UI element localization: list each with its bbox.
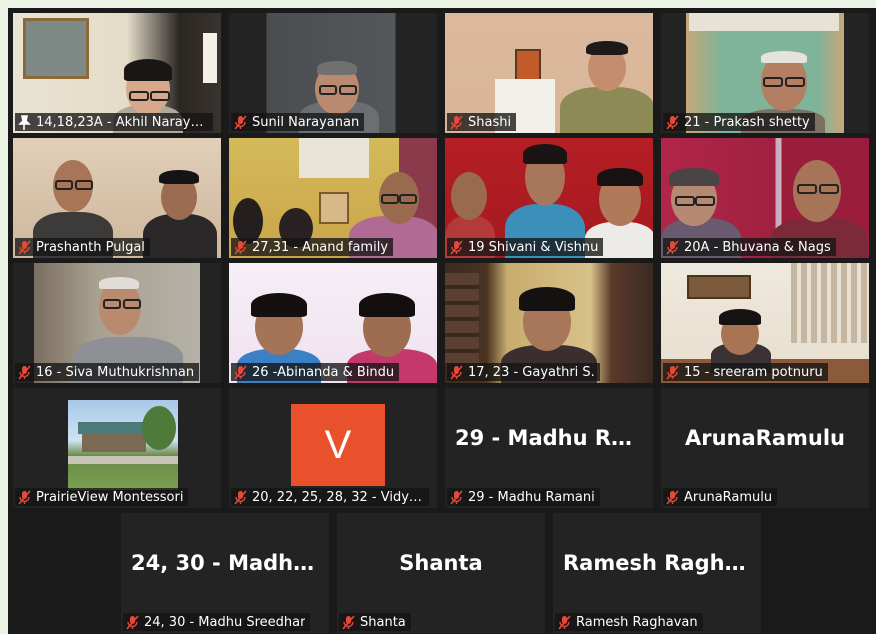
participant-tile-bhuvana-nags[interactable]: 20A - Bhuvana & Nags [661,138,869,258]
participant-name: Ramesh Raghavan [576,614,698,630]
muted-mic-icon [666,114,679,130]
participant-name: Sunil Narayanan [252,114,360,130]
participant-display-name: Shanta [399,551,483,575]
participant-tile-prashanth[interactable]: Prashanth Pulgal [13,138,221,258]
participant-nameplate: 14,18,23A - Akhil Naraya... [15,113,213,131]
participant-nameplate: 15 - sreeram potnuru [663,363,828,381]
participant-tile-madhu-ramani[interactable]: 29 - Madhu Ra... 29 - Madhu Ramani [445,388,653,508]
muted-mic-icon [450,114,463,130]
participant-nameplate: 17, 23 - Gayathri S. [447,363,600,381]
pin-icon [18,114,31,130]
muted-mic-icon [450,489,463,505]
participant-nameplate: 16 - Siva Muthukrishnan [15,363,200,381]
participant-name: 27,31 - Anand family [252,239,389,255]
participant-nameplate: 29 - Madhu Ramani [447,488,600,506]
participant-tile-siva[interactable]: 16 - Siva Muthukrishnan [13,263,221,383]
participant-nameplate: Ramesh Raghavan [555,613,703,631]
participant-name: 14,18,23A - Akhil Naraya... [36,114,208,130]
participant-tile-akhil[interactable]: 14,18,23A - Akhil Naraya... [13,13,221,133]
participant-tile-gayathri[interactable]: 17, 23 - Gayathri S. [445,263,653,383]
muted-mic-icon [666,239,679,255]
participant-nameplate: Prashanth Pulgal [15,238,150,256]
participant-tile-arunaramulu[interactable]: ArunaRamulu ArunaRamulu [661,388,869,508]
participant-display-name: 24, 30 - Madhu... [131,551,329,575]
participant-display-name: Ramesh Raghav... [563,551,761,575]
participant-name: ArunaRamulu [684,489,773,505]
participant-nameplate: 20, 22, 25, 28, 32 - Vidya ... [231,488,429,506]
video-grid: 14,18,23A - Akhil Naraya... Sunil Naraya… [8,8,876,634]
participant-nameplate: 26 -Abinanda & Bindu [231,363,400,381]
participant-name: Prashanth Pulgal [36,239,145,255]
muted-mic-icon [342,614,355,630]
participant-nameplate: 27,31 - Anand family [231,238,394,256]
participant-nameplate: Shashi [447,113,517,131]
participant-tile-shashi[interactable]: Shashi [445,13,653,133]
muted-mic-icon [450,239,463,255]
participant-tile-anand-family[interactable]: 27,31 - Anand family [229,138,437,258]
participant-nameplate: 21 - Prakash shetty [663,113,815,131]
participant-display-name: 29 - Madhu Ra... [455,426,650,450]
muted-mic-icon [558,614,571,630]
participant-tile-shanta[interactable]: Shanta Shanta [337,513,545,633]
participant-nameplate: Shanta [339,613,411,631]
muted-mic-icon [234,239,247,255]
participant-nameplate: PrairieView Montessori [15,488,189,506]
participant-nameplate: 20A - Bhuvana & Nags [663,238,836,256]
muted-mic-icon [18,364,31,380]
muted-mic-icon [126,614,139,630]
muted-mic-icon [234,489,247,505]
participant-tile-sunil[interactable]: Sunil Narayanan [229,13,437,133]
participant-tile-abinanda-bindu[interactable]: 26 -Abinanda & Bindu [229,263,437,383]
participant-name: 21 - Prakash shetty [684,114,810,130]
participant-tile-prakash[interactable]: 21 - Prakash shetty [661,13,869,133]
participant-name: Shanta [360,614,406,630]
participant-name: Shashi [468,114,512,130]
participant-nameplate: 24, 30 - Madhu Sreedhar [123,613,311,631]
participant-name: 16 - Siva Muthukrishnan [36,364,195,380]
participant-nameplate: ArunaRamulu [663,488,778,506]
muted-mic-icon [666,489,679,505]
muted-mic-icon [234,114,247,130]
participant-name: 19 Shivani & Vishnu [468,239,599,255]
muted-mic-icon [450,364,463,380]
participant-tile-madhu-sreedhar[interactable]: 24, 30 - Madhu... 24, 30 - Madhu Sreedha… [121,513,329,633]
muted-mic-icon [234,364,247,380]
participant-name: 15 - sreeram potnuru [684,364,823,380]
participant-nameplate: Sunil Narayanan [231,113,365,131]
participant-name: 24, 30 - Madhu Sreedhar [144,614,306,630]
participant-name: 20A - Bhuvana & Nags [684,239,831,255]
participant-name: 20, 22, 25, 28, 32 - Vidya ... [252,489,424,505]
participant-display-name: ArunaRamulu [684,426,845,450]
participant-nameplate: 19 Shivani & Vishnu [447,238,604,256]
muted-mic-icon [666,364,679,380]
participant-tile-ramesh[interactable]: Ramesh Raghav... Ramesh Raghavan [553,513,761,633]
muted-mic-icon [18,489,31,505]
participant-tile-shivani-vishnu[interactable]: 19 Shivani & Vishnu [445,138,653,258]
participant-tile-vidya[interactable]: V 20, 22, 25, 28, 32 - Vidya ... [229,388,437,508]
participant-name: 29 - Madhu Ramani [468,489,595,505]
participant-name: 26 -Abinanda & Bindu [252,364,395,380]
participant-tile-sreeram[interactable]: 15 - sreeram potnuru [661,263,869,383]
participant-name: PrairieView Montessori [36,489,184,505]
avatar: V [291,404,385,486]
participant-tile-prairieview[interactable]: PrairieView Montessori [13,388,221,508]
participant-name: 17, 23 - Gayathri S. [468,364,595,380]
muted-mic-icon [18,239,31,255]
